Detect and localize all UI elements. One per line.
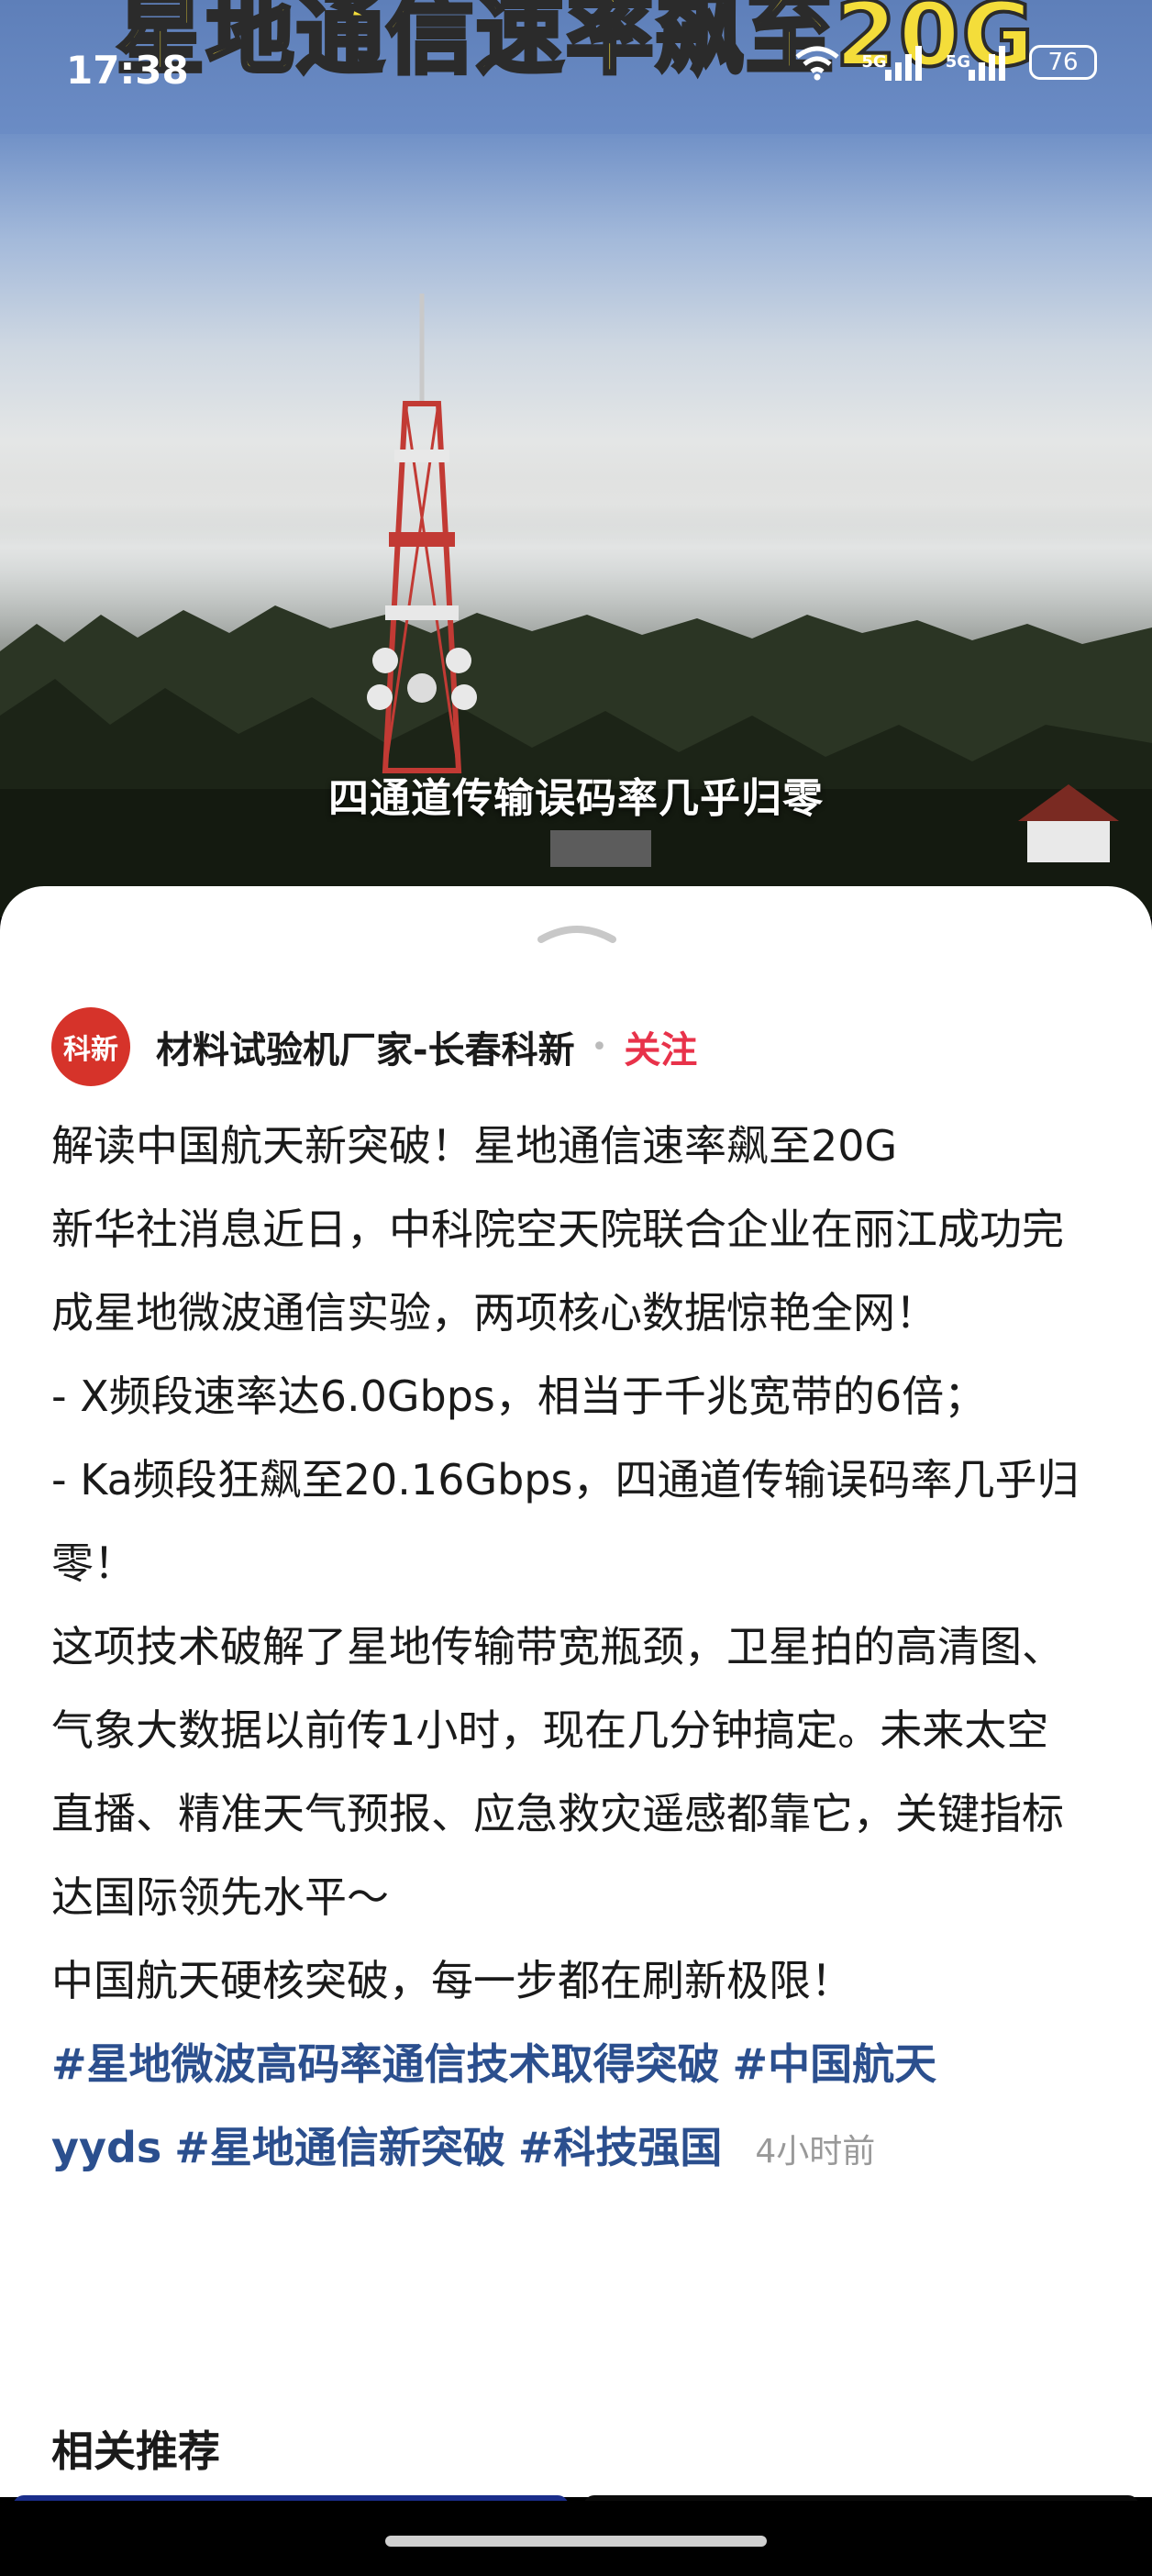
post-line: - X频段速率达6.0Gbps，相当于千兆宽带的6倍； — [51, 1371, 987, 1421]
post-time: 4小时前 — [755, 2133, 876, 2171]
hashtag-link[interactable]: #星地通信新突破 — [174, 2123, 505, 2172]
video-player[interactable]: 星地通信速率飙至20G 四通道传输误码率几乎归零 — [0, 0, 1152, 917]
follow-button[interactable]: 关注 — [624, 1020, 697, 1073]
status-icons: 5G 5G 76 — [793, 44, 1097, 81]
avatar[interactable]: 科新 — [51, 1007, 130, 1086]
home-indicator[interactable] — [385, 2536, 767, 2547]
post-sheet: 科新 材料试验机厂家-长春科新 • 关注 解读中国航天新突破！星地通信速率飙至2… — [0, 886, 1152, 2497]
related-heading: 相关推荐 — [51, 2426, 220, 2476]
radio-tower — [367, 294, 477, 773]
separator-dot: • — [591, 1030, 608, 1063]
post-line: - Ka频段狂飙至20.16Gbps，四通道传输误码率几乎归零！ — [51, 1455, 1080, 1588]
status-time: 17:38 — [66, 48, 189, 93]
signal-icon — [969, 46, 1005, 81]
hashtag-list: #星地微波高码率通信技术取得突破 #中国航天yyds #星地通信新突破 #科技强国 4小… — [51, 2023, 1088, 2193]
battery-icon: 76 — [1029, 45, 1097, 80]
hashtag-link[interactable]: #星地微波高码率通信技术取得突破 — [51, 2039, 720, 2089]
forest-scenery — [0, 605, 1152, 917]
post-body: 解读中国航天新突破！星地通信速率飙至20G 新华社消息近日，中科院空天院联合企业… — [51, 1105, 1088, 2193]
author-row: 科新 材料试验机厂家-长春科新 • 关注 — [51, 1007, 697, 1086]
network-type-label: 5G — [861, 52, 887, 72]
video-subtitle: 四通道传输误码率几乎归零 — [328, 775, 824, 822]
signal-sim1: 5G — [861, 44, 925, 81]
expand-handle-icon[interactable] — [536, 917, 618, 945]
post-line: 中国航天硬核突破，每一步都在刷新极限！ — [51, 1956, 853, 2005]
navigation-bar — [0, 2501, 1152, 2576]
author-name[interactable]: 材料试验机厂家-长春科新 — [156, 1020, 575, 1073]
signal-sim2: 5G — [946, 44, 1009, 81]
post-line: 这项技术破解了星地传输带宽瓶颈，卫星拍的高清图、气象大数据以前传1小时，现在几分… — [51, 1622, 1064, 1922]
signal-icon — [884, 46, 922, 81]
network-type-label-2: 5G — [945, 52, 970, 72]
post-line: 新华社消息近日，中科院空天院联合企业在丽江成功完成星地微波通信实验，两项核心数据… — [51, 1205, 1064, 1338]
status-bar: 17:38 5G 5G 76 — [0, 0, 1152, 128]
post-line: 解读中国航天新突破！星地通信速率飙至20G — [51, 1121, 898, 1171]
wifi-icon — [795, 46, 839, 81]
hashtag-link[interactable]: #科技强国 — [518, 2123, 723, 2172]
